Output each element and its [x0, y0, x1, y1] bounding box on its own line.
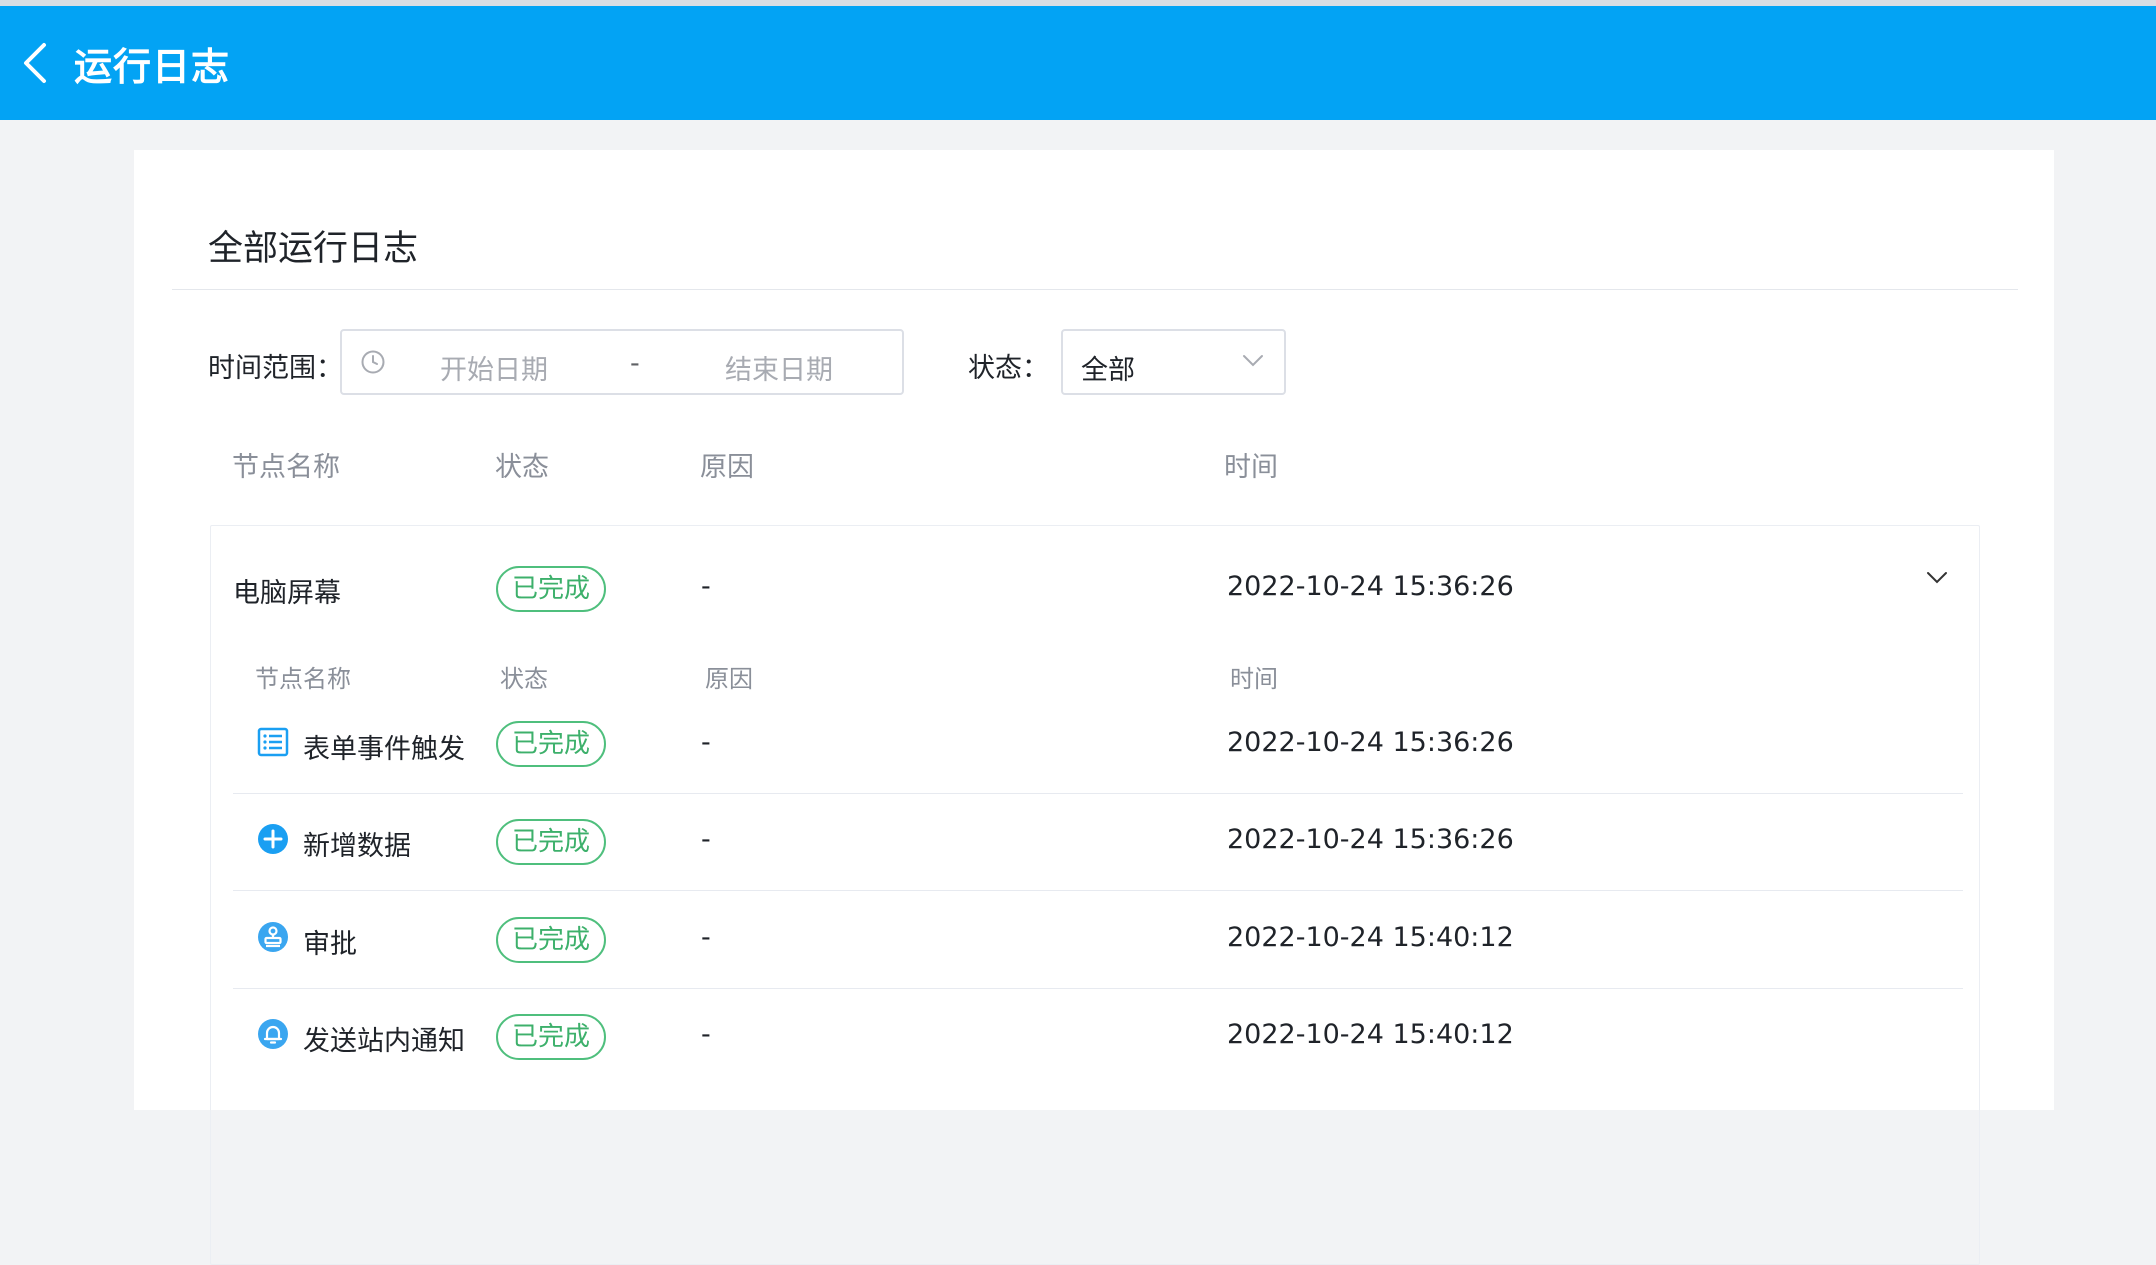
group-time: 2022-10-24 15:36:26 [1227, 571, 1514, 602]
collapse-toggle[interactable] [1926, 570, 1948, 589]
group-reason: - [701, 571, 711, 602]
bell-icon [258, 1019, 288, 1049]
node-reason: - [701, 922, 711, 953]
node-time: 2022-10-24 15:36:26 [1227, 727, 1514, 758]
end-date-input[interactable]: 结束日期 [725, 348, 833, 387]
clock-icon [360, 349, 386, 379]
app-header: 运行日志 [0, 6, 2156, 120]
column-header-status: 状态 [495, 452, 549, 483]
add-circle-icon [258, 824, 288, 854]
status-badge: 已完成 [496, 917, 606, 963]
column-header-node: 节点名称 [232, 452, 340, 483]
column-header-time: 时间 [1224, 452, 1278, 483]
status-badge: 已完成 [496, 1014, 606, 1060]
row-divider [233, 793, 1963, 794]
date-range-picker[interactable]: 开始日期 - 结束日期 [340, 329, 904, 395]
sub-header-status: 状态 [500, 665, 548, 693]
node-reason: - [701, 824, 711, 855]
node-name: 表单事件触发 [303, 734, 465, 765]
stamp-icon [258, 922, 288, 952]
chevron-left-icon [24, 43, 46, 83]
back-button[interactable] [22, 41, 52, 85]
chevron-down-icon [1242, 353, 1264, 372]
node-reason: - [701, 727, 711, 758]
node-reason: - [701, 1019, 711, 1050]
date-separator: - [630, 348, 640, 379]
page-title: 运行日志 [74, 44, 231, 89]
node-name: 发送站内通知 [303, 1026, 465, 1057]
log-group: 电脑屏幕 已完成 - 2022-10-24 15:36:26 节点名称 状态 原… [210, 525, 1980, 1265]
node-name: 审批 [303, 929, 357, 960]
sub-header-reason: 原因 [705, 665, 753, 693]
node-time: 2022-10-24 15:36:26 [1227, 824, 1514, 855]
node-name: 新增数据 [303, 831, 411, 862]
status-select[interactable]: 全部 [1061, 329, 1286, 395]
status-badge: 已完成 [496, 721, 606, 767]
time-range-label: 时间范围： [208, 353, 343, 384]
group-node-name: 电脑屏幕 [233, 578, 341, 609]
row-divider [233, 988, 1963, 989]
node-time: 2022-10-24 15:40:12 [1227, 922, 1514, 953]
sub-header-time: 时间 [1230, 665, 1278, 693]
start-date-input[interactable]: 开始日期 [440, 348, 548, 387]
row-divider [233, 890, 1963, 891]
divider [172, 289, 2018, 290]
node-time: 2022-10-24 15:40:12 [1227, 1019, 1514, 1050]
log-card: 全部运行日志 时间范围： 开始日期 - 结束日期 状态： 全部 节点名称 状态 … [134, 150, 2054, 1265]
status-select-value: 全部 [1081, 355, 1135, 386]
form-icon [257, 727, 289, 757]
status-badge: 已完成 [496, 819, 606, 865]
sub-header-node: 节点名称 [255, 665, 351, 693]
column-header-reason: 原因 [700, 452, 754, 483]
card-title: 全部运行日志 [208, 229, 419, 269]
status-badge: 已完成 [496, 566, 606, 612]
chevron-down-icon [1927, 572, 1947, 584]
status-label: 状态： [968, 353, 1049, 384]
